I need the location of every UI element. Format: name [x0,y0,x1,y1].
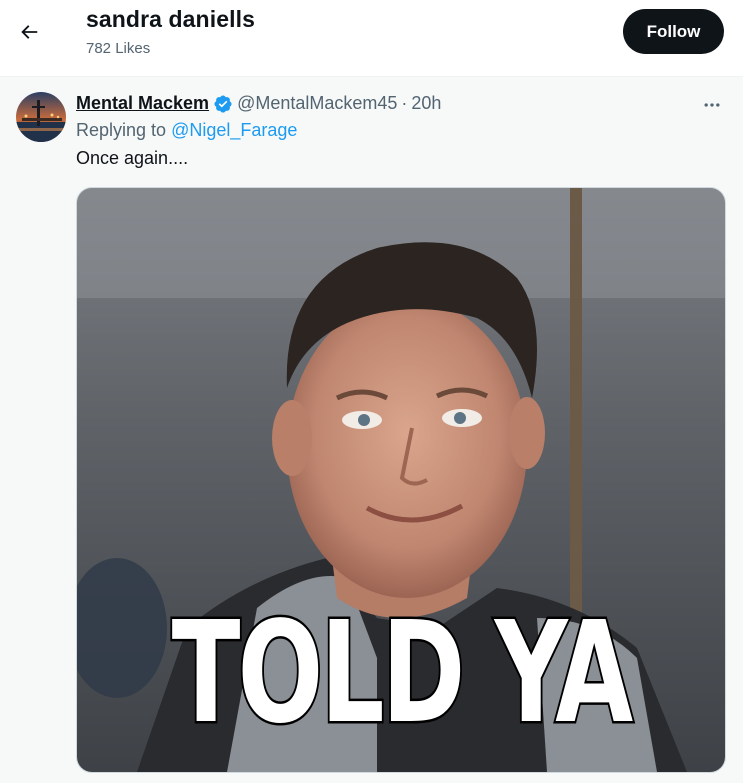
author-handle[interactable]: @MentalMackem45 [237,93,397,114]
tweet-text: Once again.... [76,148,189,168]
avatar[interactable] [16,92,66,142]
tweet-media-image[interactable]: TOLD YA [76,187,726,773]
more-options-button[interactable] [698,91,726,119]
tweet-timestamp[interactable]: 20h [411,93,441,114]
profile-name: sandra daniells [86,6,255,32]
reply-target-link[interactable]: @Nigel_Farage [171,120,297,140]
more-horizontal-icon [704,103,720,107]
replying-to: Replying to @Nigel_Farage [76,120,297,141]
tweet[interactable]: Mental Mackem @MentalMackem45 · 20h Repl… [0,77,743,783]
tweet-author-row: Mental Mackem @MentalMackem45 · 20h [76,93,441,114]
author-display-name[interactable]: Mental Mackem [76,93,209,114]
avatar-image [16,92,66,142]
profile-header: sandra daniells 782 Likes Follow [0,0,743,77]
separator-dot: · [401,93,408,113]
likes-count: 782 Likes [86,40,151,57]
follow-button[interactable]: Follow [623,9,724,54]
replying-to-label: Replying to [76,120,172,140]
meme-caption: TOLD YA [170,592,635,755]
back-button[interactable] [10,13,48,51]
arrow-left-icon [21,25,38,39]
verified-badge-icon [214,94,232,113]
